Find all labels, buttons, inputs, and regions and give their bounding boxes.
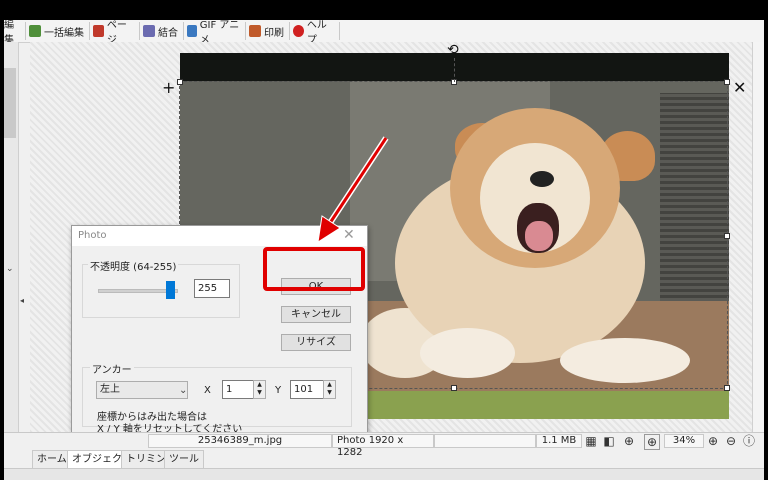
help-icon bbox=[293, 25, 304, 37]
close-icon[interactable]: ✕ bbox=[733, 78, 746, 97]
y-label: Y bbox=[275, 385, 282, 396]
resize-handle-br[interactable] bbox=[724, 385, 730, 391]
tab-page[interactable]: ページ bbox=[90, 20, 140, 46]
collapse-left-icon[interactable]: ◂ bbox=[20, 296, 24, 305]
batch-edit-icon bbox=[29, 25, 41, 37]
opacity-label: 不透明度 (64-255) bbox=[88, 258, 179, 273]
page-icon bbox=[93, 25, 104, 37]
pointer-arrow-icon bbox=[317, 136, 389, 244]
opacity-input[interactable]: 255 bbox=[194, 279, 230, 298]
bottom-tab-bar: ホーム オブジェクト トリミング ツール bbox=[4, 450, 764, 468]
gif-anime-icon bbox=[187, 25, 197, 37]
opacity-slider-thumb[interactable] bbox=[166, 281, 175, 299]
tab-batch-edit[interactable]: 一括編集 bbox=[26, 22, 90, 40]
tab-tools[interactable]: ツール bbox=[164, 450, 204, 468]
print-icon bbox=[249, 25, 261, 37]
zoom-in-icon[interactable]: ⊕ bbox=[706, 434, 720, 448]
status-photo-info: Photo 1920 x 1282 bbox=[332, 434, 434, 458]
resize-button[interactable]: リサイズ bbox=[281, 334, 351, 351]
anchor-select[interactable]: 左上 ⌄ bbox=[96, 381, 188, 399]
status-filename: 25346389_m.jpg bbox=[148, 434, 332, 448]
tab-print[interactable]: 印刷 bbox=[246, 22, 290, 40]
tab-batch-edit-label: 一括編集 bbox=[44, 27, 84, 39]
tab-edit[interactable]: 編集 bbox=[4, 20, 26, 46]
zoom-fit-icon[interactable]: ⊕ bbox=[622, 434, 636, 448]
tab-combine[interactable]: 結合 bbox=[140, 22, 184, 40]
tab-home[interactable]: ホーム bbox=[32, 450, 72, 468]
resize-handle-b[interactable] bbox=[451, 385, 457, 391]
resize-handle-tl[interactable] bbox=[177, 79, 183, 85]
status-empty-field bbox=[434, 434, 536, 448]
chevron-down-icon: ⌄ bbox=[179, 385, 188, 396]
tab-print-label: 印刷 bbox=[264, 27, 284, 39]
resize-handle-r[interactable] bbox=[724, 233, 730, 239]
left-scroll-thumb[interactable] bbox=[4, 68, 16, 138]
x-spinner[interactable]: ▲ ▼ bbox=[253, 380, 266, 399]
rotate-handle-icon[interactable]: ⟲ bbox=[447, 42, 459, 58]
cancel-button[interactable]: キャンセル bbox=[281, 306, 351, 323]
y-spinner[interactable]: ▲ ▼ bbox=[323, 380, 336, 399]
zoom-out-icon[interactable]: ⊖ bbox=[724, 434, 738, 448]
x-input[interactable]: 1 bbox=[222, 380, 254, 399]
vertical-scrollbar[interactable] bbox=[752, 42, 764, 432]
zoom-actual-icon[interactable]: ⊕ bbox=[644, 434, 660, 450]
bottom-toolbar bbox=[4, 468, 764, 480]
status-bar: 25346389_m.jpg Photo 1920 x 1282 1.1 MB … bbox=[4, 432, 764, 458]
y-input[interactable]: 101 bbox=[290, 380, 324, 399]
status-filesize: 1.1 MB bbox=[536, 434, 582, 448]
rotate-handle-line bbox=[454, 58, 456, 82]
tab-gif-anime[interactable]: GIF アニメ bbox=[184, 20, 246, 46]
dialog-title: Photo bbox=[78, 230, 107, 241]
checker-icon[interactable]: ▦ bbox=[584, 434, 598, 448]
top-tab-bar: 編集 一括編集 ページ 結合 GIF アニメ 印刷 ヘルプ bbox=[4, 20, 764, 46]
resize-handle-tr[interactable] bbox=[724, 79, 730, 85]
tab-help[interactable]: ヘルプ bbox=[290, 20, 340, 46]
ok-highlight-box bbox=[263, 247, 365, 291]
move-cross-icon[interactable]: + bbox=[162, 78, 175, 97]
zoom-level[interactable]: 34% bbox=[664, 434, 704, 448]
app-window: 編集 一括編集 ページ 結合 GIF アニメ 印刷 ヘルプ ⌄ ◂ ⟲ + ✕ … bbox=[4, 20, 764, 480]
anchor-select-value: 左上 bbox=[100, 384, 120, 395]
chevron-down-icon[interactable]: ⌄ bbox=[6, 264, 14, 274]
info-icon[interactable]: ⓘ bbox=[742, 434, 756, 448]
fit-icon[interactable]: ◧ bbox=[602, 434, 616, 448]
x-label: X bbox=[204, 385, 211, 396]
combine-icon bbox=[143, 25, 155, 37]
tab-combine-label: 結合 bbox=[158, 27, 178, 39]
anchor-label: アンカー bbox=[90, 361, 134, 376]
